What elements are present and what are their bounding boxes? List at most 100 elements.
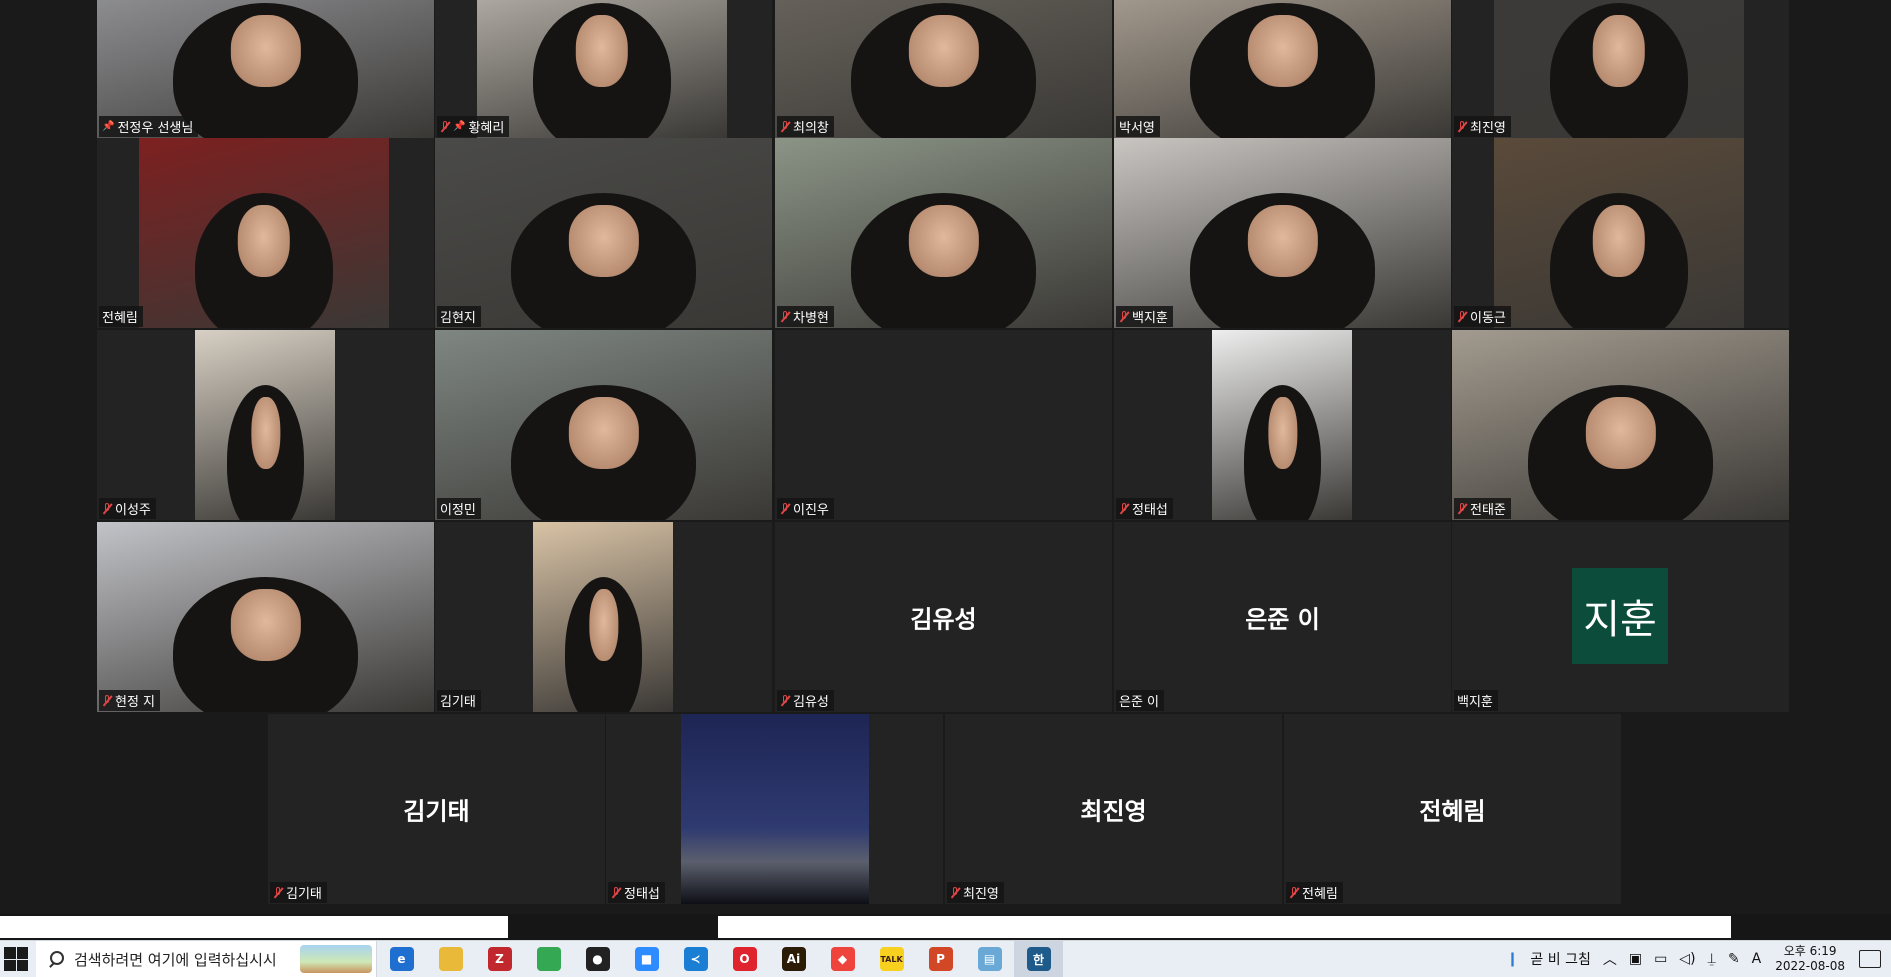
app-glyph: e [389,947,414,971]
participant-tile[interactable]: 백지훈 [1114,138,1451,328]
participant-video [1212,330,1352,520]
volume-icon[interactable]: ◁) [1673,951,1701,967]
participant-video [435,138,772,328]
participant-tile[interactable]: 현정 지 [97,522,434,712]
participant-name: 정태섭 [1132,503,1168,518]
participant-name-label: 이정민 [437,498,481,519]
app-glyph: Z [487,947,512,971]
taskbar-search-box[interactable]: 검색하려면 여기에 입력하십시시 [36,941,377,977]
participant-tile[interactable]: 최진영 [1452,0,1789,138]
participant-video [97,522,434,712]
app-glyph [438,947,463,971]
participant-name-label: 차병현 [777,306,834,327]
participant-tile[interactable]: 최의창 [775,0,1112,138]
participant-name: 전정우 선생님 [117,121,194,136]
participant-tile[interactable]: 정태섭 [606,714,943,904]
participant-name: 김기태 [440,695,476,710]
app-glyph: ◆ [830,947,855,971]
network-icon[interactable]: ▭ [1648,951,1673,967]
clock[interactable]: 오후 6:19 2022-08-08 [1767,944,1853,974]
github-desktop-icon[interactable]: ● [573,941,622,977]
powerpoint-icon[interactable]: P [916,941,965,977]
participant-tile[interactable]: 📌 전정우 선생님 [97,0,434,138]
participant-tile[interactable]: 정태섭 [1114,330,1451,520]
participant-tile[interactable]: 김현지 [435,138,772,328]
participant-tile[interactable]: 차병현 [775,138,1112,328]
participant-tile[interactable]: 최진영 최진영 [945,714,1282,904]
participant-name: 최진영 [963,887,999,902]
participant-tile[interactable]: 전태준 [1452,330,1789,520]
participant-name: 백지훈 [1457,695,1493,710]
participant-name-label: 최의창 [777,116,834,137]
filezilla-icon[interactable]: Z [475,941,524,977]
scroll-segment[interactable] [718,916,1731,938]
mic-muted-icon [102,502,112,515]
windows-taskbar: 검색하려면 여기에 입력하십시시 e Z ● ■ ≺ O Ai ◆ TALK P ▤ 한 ❙ 곧 비 … [0,940,1891,977]
participant-tile[interactable]: 이정민 [435,330,772,520]
chrome-icon[interactable] [524,941,573,977]
participant-tile[interactable]: 이성주 [97,330,434,520]
participant-name: 이진우 [793,503,829,518]
scroll-segment [0,916,508,938]
folder-icon[interactable] [426,941,475,977]
face [1247,205,1318,277]
notepad-icon[interactable]: ▤ [965,941,1014,977]
participant-video [1114,0,1451,138]
participant-tile[interactable]: 지훈 백지훈 [1452,522,1789,712]
participant-tile[interactable]: 전혜림 전혜림 [1284,714,1621,904]
participant-display-name: 최진영 [1080,797,1147,826]
opera-icon[interactable]: O [720,941,769,977]
mic-muted-icon [611,886,621,899]
microphone-icon[interactable]: ⍊ [1702,951,1722,967]
participant-name-label: 은준 이 [1116,690,1165,711]
person-silhouette [1550,193,1688,328]
participant-video [195,330,335,520]
person-silhouette [851,3,1036,138]
participant-name-label: 김기태 [270,882,327,903]
mic-muted-icon [1289,886,1299,899]
face [568,397,639,469]
clock-time: 오후 6:19 [1783,944,1837,958]
participant-name: 이성주 [115,503,151,518]
weather-icon[interactable]: ❙ [1501,951,1525,967]
mic-muted-icon [273,886,283,899]
participant-tile[interactable]: 은준 이 은준 이 [1114,522,1451,712]
window-scroll-strip [0,914,1891,940]
participant-tile[interactable]: 📌 황혜리 [435,0,772,138]
mic-muted-icon [950,886,960,899]
weather-text[interactable]: 곧 비 그침 [1524,949,1596,969]
participant-tile[interactable]: 김기태 김기태 [268,714,605,904]
mic-muted-icon [102,694,112,707]
illustrator-icon[interactable]: Ai [769,941,818,977]
zoom-icon[interactable]: ■ [622,941,671,977]
participant-tile[interactable]: 박서영 [1114,0,1451,138]
anydesk-icon[interactable]: ◆ [818,941,867,977]
hwp-icon[interactable]: 한 [1014,941,1063,977]
participant-tile[interactable]: 김기태 [435,522,772,712]
vscode-icon[interactable]: ≺ [671,941,720,977]
participant-tile[interactable]: 전혜림 [97,138,434,328]
participant-name-label: 최진영 [947,882,1004,903]
notification-icon[interactable] [1859,950,1881,968]
participant-display-name: 김기태 [403,797,470,826]
participant-video [139,138,389,328]
search-icon [48,951,64,967]
participant-video [533,522,673,712]
face [908,205,979,277]
participant-tile[interactable]: 김유성 김유성 [775,522,1112,712]
chevron-up-icon[interactable]: ︿ [1597,949,1623,969]
pen-icon[interactable]: ✎ [1722,951,1746,967]
ime-indicator[interactable]: A [1746,951,1768,967]
participant-tile[interactable]: 이진우 [775,330,1112,520]
meet-now-icon[interactable]: ▣ [1623,951,1648,967]
participant-name: 이동근 [1470,311,1506,326]
participant-tile[interactable]: 이동근 [1452,138,1789,328]
pin-icon: 📌 [453,121,466,132]
mic-muted-icon [780,694,790,707]
edge-icon[interactable]: e [377,941,426,977]
kakaotalk-icon[interactable]: TALK [867,941,916,977]
windows-start-icon[interactable] [4,947,28,971]
app-glyph: ■ [634,947,659,971]
face [568,205,639,277]
participant-video [1494,138,1744,328]
